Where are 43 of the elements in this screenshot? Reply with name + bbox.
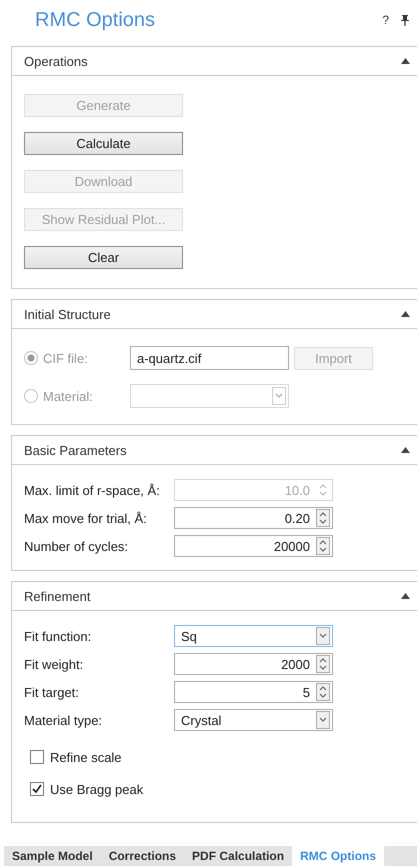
spin-arrows-icon[interactable]	[316, 537, 330, 555]
checkbox[interactable]	[30, 750, 44, 764]
radio-label: Material:	[43, 388, 93, 404]
checkbox[interactable]	[30, 782, 44, 796]
checkbox-label: Refine scale	[50, 750, 122, 764]
section-header[interactable]: Initial Structure	[12, 300, 417, 329]
section-header[interactable]: Refinement	[12, 582, 417, 611]
section-title: Initial Structure	[24, 306, 112, 322]
field-label: Fit target:	[24, 684, 80, 700]
section-header[interactable]: Operations	[12, 47, 417, 76]
field-label: Number of cycles:	[24, 538, 130, 554]
field-label: Fit weight:	[24, 656, 84, 672]
section-title: Refinement	[24, 588, 92, 604]
tab[interactable]: Corrections	[100, 846, 184, 866]
number-field[interactable]: 0.20	[174, 507, 333, 529]
action-button[interactable]: Calculate	[24, 132, 183, 155]
section-title: Operations	[24, 54, 89, 68]
number-field[interactable]: 20000	[174, 535, 333, 557]
spin-arrows-icon[interactable]	[316, 683, 330, 701]
spin-arrows-icon[interactable]	[316, 655, 330, 673]
number-field[interactable]: 2000	[174, 653, 333, 675]
pin-icon[interactable]	[401, 14, 409, 26]
field-label: Fit function:	[24, 628, 92, 644]
panel-title: RMC Options	[35, 8, 156, 32]
collapse-icon[interactable]	[401, 58, 410, 64]
help-button[interactable]: ?	[382, 13, 389, 27]
field-label: Material type:	[24, 712, 104, 728]
section-title: Basic Parameters	[24, 442, 128, 458]
checkbox-label: Use Bragg peak	[50, 782, 144, 796]
section-header[interactable]: Basic Parameters	[12, 436, 417, 465]
collapse-icon[interactable]	[401, 447, 410, 453]
collapse-icon[interactable]	[401, 311, 410, 317]
spin-arrows-icon[interactable]	[316, 509, 330, 527]
dropdown[interactable]: Crystal	[174, 709, 333, 731]
dropdown[interactable]: Sq	[174, 625, 333, 647]
tab[interactable]: PDF Calculation	[184, 846, 292, 866]
action-button[interactable]: Clear	[24, 246, 183, 269]
field-label: Max move for trial, Å:	[24, 510, 148, 526]
field-label: Max. limit of r-space, Å:	[24, 482, 161, 498]
radio-label: CIF file:	[43, 350, 88, 366]
number-field[interactable]: 5	[174, 681, 333, 703]
tab[interactable]: Sample Model	[4, 846, 101, 866]
collapse-icon[interactable]	[401, 593, 410, 599]
